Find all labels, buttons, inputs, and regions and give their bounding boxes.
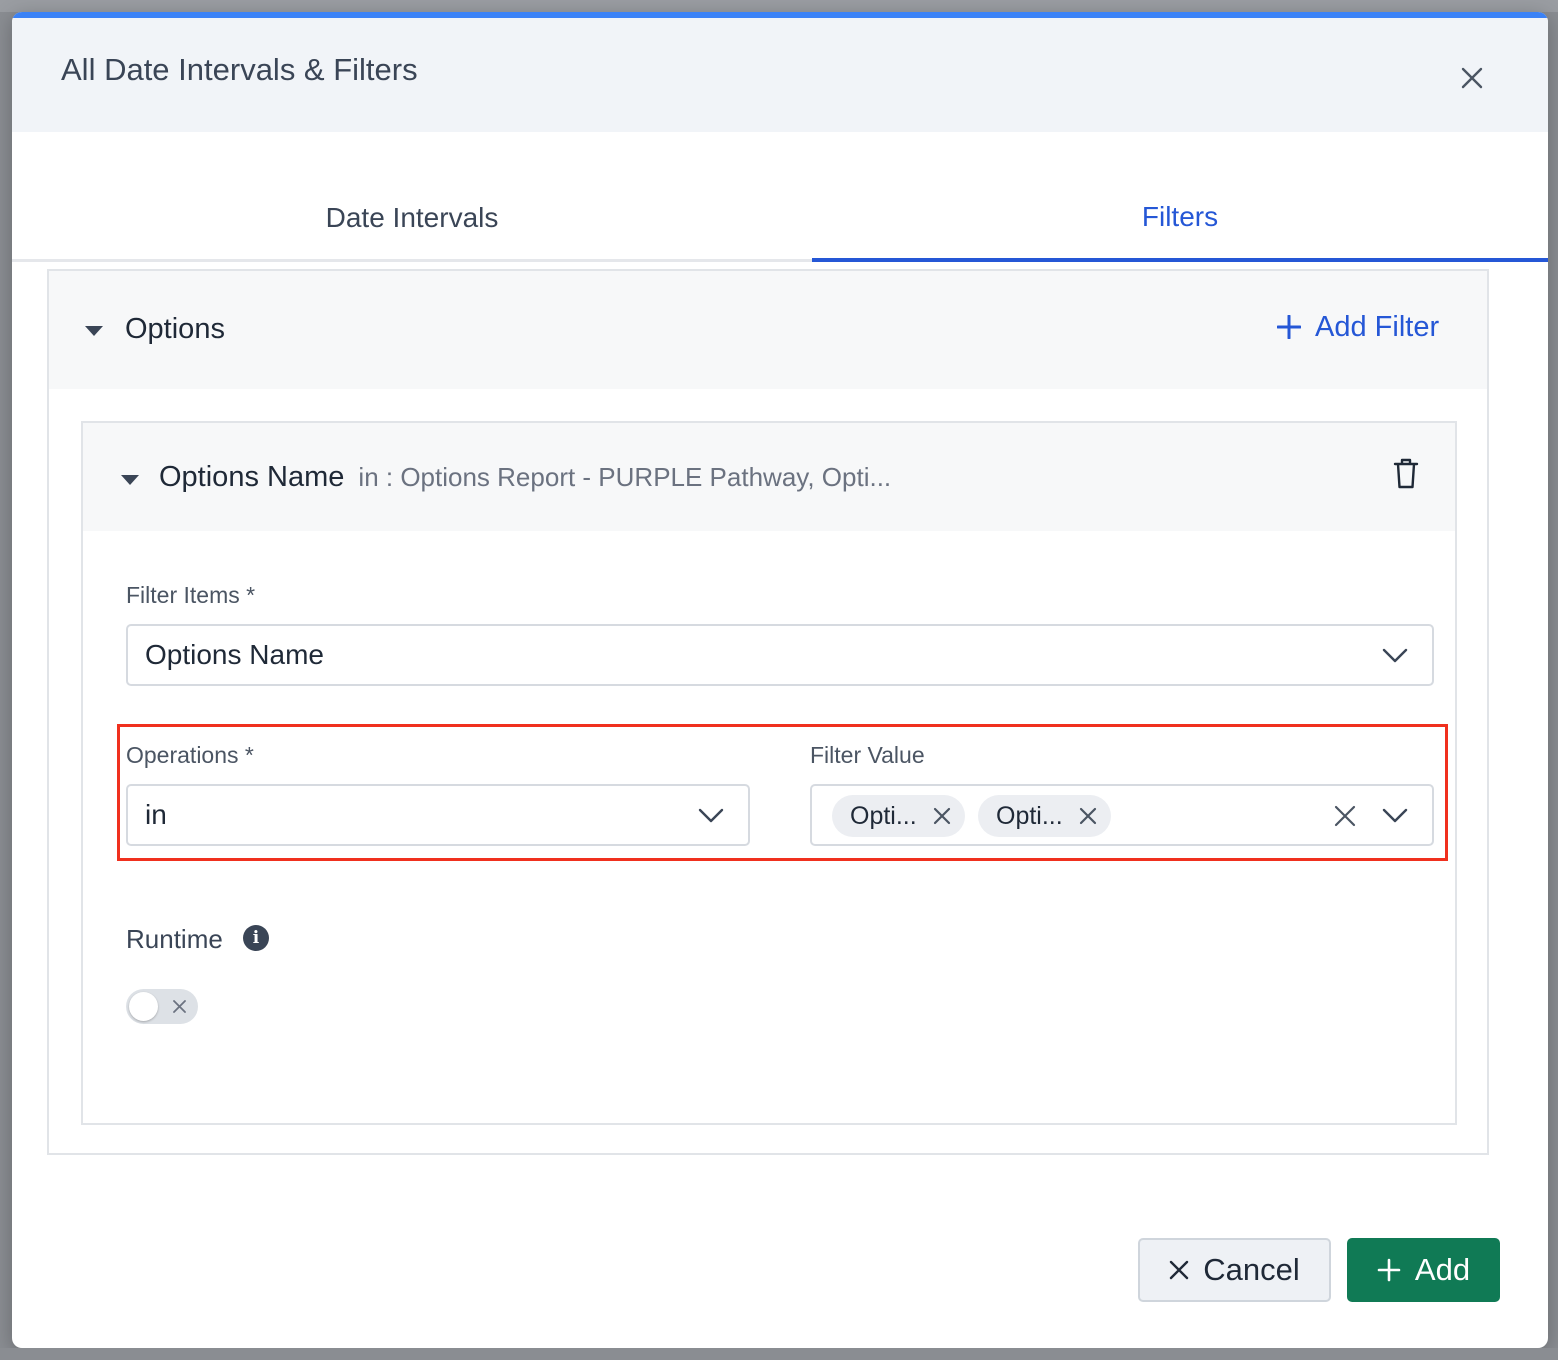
operations-select[interactable]: in [126,784,750,846]
filter-card: Options Name in : Options Report - PURPL… [81,421,1457,1125]
tab-bar: Date Intervals Filters [12,132,1548,264]
filter-group-title: Options [125,313,225,345]
add-label: Add [1414,1252,1471,1287]
clear-icon[interactable] [1334,805,1356,827]
toggle-off-icon [173,1000,186,1013]
modal-header: All Date Intervals & Filters [12,18,1548,132]
tab-filters[interactable]: Filters [812,132,1548,262]
filter-items-label: Filter Items * [126,582,256,608]
plus-icon [1277,315,1301,339]
chevron-down-icon [1382,808,1408,823]
cancel-button[interactable]: Cancel [1138,1238,1331,1302]
add-button[interactable]: Add [1347,1238,1500,1302]
filter-card-name: Options Name [159,461,345,493]
add-filter-button[interactable]: Add Filter [1277,307,1439,347]
cancel-label: Cancel [1203,1252,1300,1287]
filter-value-tag: Opti... [832,795,965,837]
tab-label: Filters [1141,201,1219,232]
tag-label: Opti... [850,801,917,830]
plus-icon [1377,1258,1401,1282]
runtime-label: Runtime [126,924,223,954]
delete-filter-button[interactable] [1391,457,1421,491]
tab-label: Date Intervals [325,201,499,233]
caret-down-icon[interactable] [121,475,139,485]
filter-value-tag: Opti... [978,795,1111,837]
close-button[interactable] [1456,62,1488,94]
trash-icon [1393,458,1419,489]
backdrop [0,1348,1558,1360]
filter-items-select[interactable]: Options Name [126,624,1434,686]
filter-items-value: Options Name [145,639,324,670]
tag-label: Opti... [996,801,1063,830]
operations-label: Operations * [126,742,254,768]
filter-card-summary: in : Options Report - PURPLE Pathway, Op… [358,462,892,492]
filter-value-select[interactable]: Opti... Opti... [810,784,1434,846]
remove-tag-icon[interactable] [1079,807,1097,825]
filter-card-title: Options Name in : Options Report - PURPL… [159,461,891,494]
filter-group-header[interactable]: Options Add Filter [49,271,1487,389]
close-icon [1170,1260,1189,1280]
backdrop [0,0,1558,12]
runtime-toggle[interactable] [126,989,198,1024]
add-filter-label: Add Filter [1315,310,1440,343]
filter-value-label: Filter Value [810,742,925,768]
filter-card-header[interactable]: Options Name in : Options Report - PURPL… [83,423,1455,531]
chevron-down-icon [1382,648,1408,663]
close-icon [1461,67,1483,89]
chevron-down-icon [698,808,724,823]
toggle-knob [129,992,158,1021]
remove-tag-icon[interactable] [933,807,951,825]
modal-title: All Date Intervals & Filters [61,52,418,87]
tab-date-intervals[interactable]: Date Intervals [12,132,812,262]
caret-down-icon[interactable] [85,326,103,336]
operations-value: in [145,799,167,830]
info-icon[interactable]: i [243,925,269,951]
filters-panel: Options Add Filter Options Name in : Opt… [47,269,1489,1155]
